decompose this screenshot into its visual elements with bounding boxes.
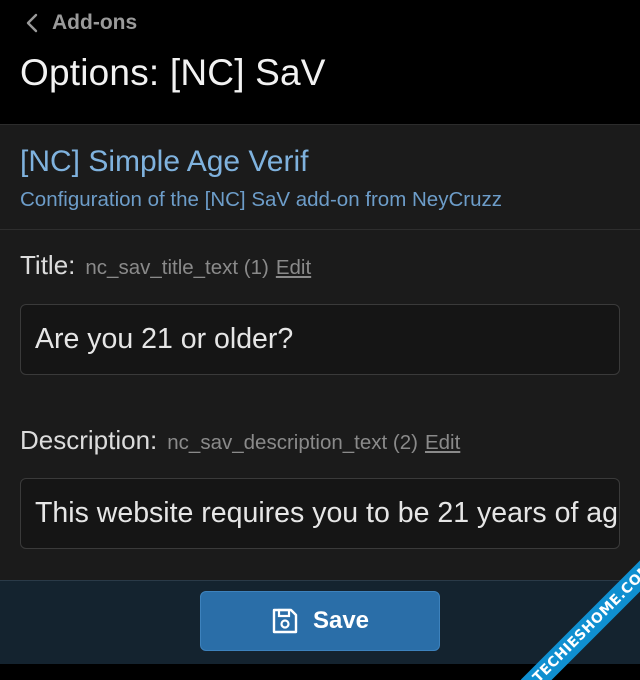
title-input[interactable]: Are you 21 or older? [20, 304, 620, 375]
bottom-strip [0, 664, 640, 680]
options-panel: [NC] Simple Age Verif Configuration of t… [0, 124, 640, 580]
title-edit-link[interactable]: Edit [276, 256, 311, 280]
field-key: nc_sav_title_text (1) [85, 256, 269, 279]
title-field-label: Title: nc_sav_title_text (1) Edit [20, 250, 311, 281]
description-field-label: Description: nc_sav_description_text (2)… [20, 425, 460, 456]
back-link[interactable]: Add-ons [26, 10, 137, 36]
back-link-label: Add-ons [52, 11, 138, 34]
addon-description: Configuration of the [NC] SaV add-on fro… [20, 188, 502, 211]
save-button[interactable]: Save [200, 591, 440, 651]
description-edit-link[interactable]: Edit [425, 431, 460, 455]
form-footer: Save [0, 580, 640, 664]
field-label-text: Description: [20, 425, 158, 455]
page-header: Add-ons Options: [NC] SaV [0, 0, 640, 124]
chevron-left-icon [26, 13, 38, 33]
save-button-label: Save [312, 607, 370, 634]
description-input[interactable]: This website requires you to be 21 years… [20, 478, 620, 549]
field-label-text: Title: [20, 250, 76, 280]
addon-name: [NC] Simple Age Verif [20, 145, 309, 178]
addon-header: [NC] Simple Age Verif Configuration of t… [0, 125, 640, 230]
floppy-disk-icon [271, 607, 299, 635]
field-key: nc_sav_description_text (2) [167, 431, 418, 454]
page: Add-ons Options: [NC] SaV [NC] Simple Ag… [0, 0, 640, 680]
page-title: Options: [NC] SaV [20, 52, 326, 93]
